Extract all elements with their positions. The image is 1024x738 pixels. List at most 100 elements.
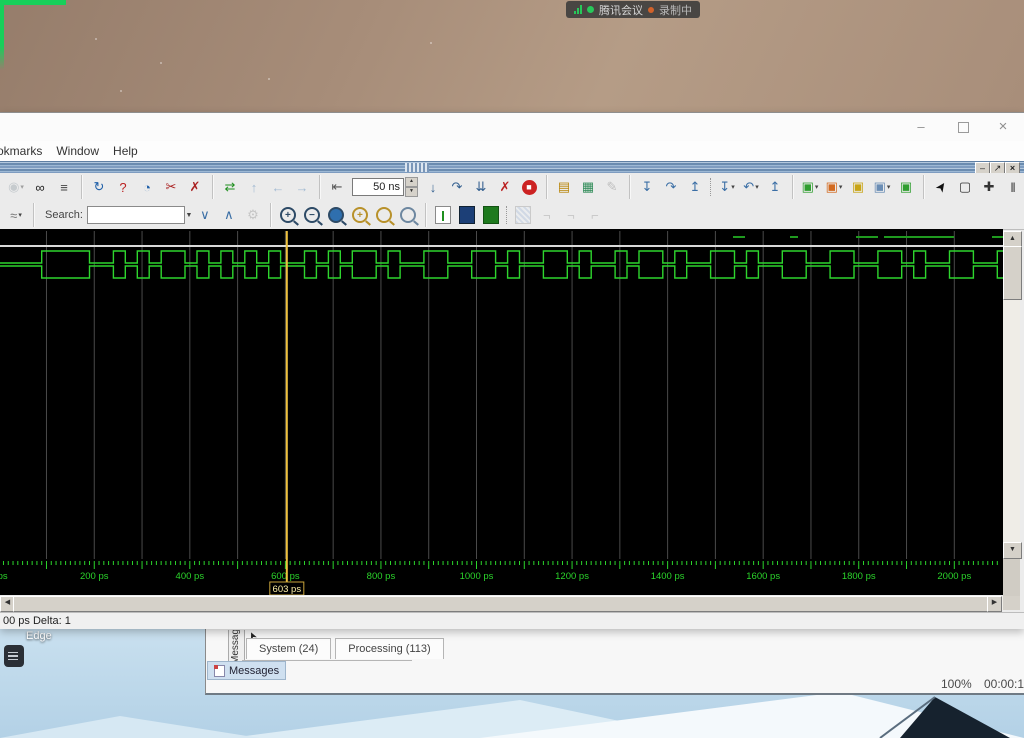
axis-label: 1000 ps — [460, 571, 494, 582]
find-previous-icon[interactable]: ↷ — [660, 176, 682, 198]
add-log-icon[interactable]: ▣ — [847, 176, 869, 198]
select-mode-icon[interactable]: ➤ — [930, 176, 952, 198]
dropdown-arrow-icon[interactable]: ▾ — [18, 211, 22, 219]
help-compile-icon[interactable]: ? — [112, 176, 134, 198]
run-length-spinner[interactable]: ▲▼ — [405, 177, 418, 197]
back-icon-glyph: ← — [272, 180, 285, 195]
scroll-down-icon[interactable]: ▼ — [1003, 542, 1022, 559]
goto-next-icon[interactable]: ↧▾ — [716, 176, 738, 198]
stop-icon[interactable]: ■ — [518, 176, 540, 198]
event-format-icon[interactable] — [480, 204, 502, 226]
run-all-icon[interactable]: ⇊ — [470, 176, 492, 198]
forward-icon[interactable]: → — [291, 176, 313, 198]
scroll-right-icon[interactable]: ▶ — [987, 596, 1002, 612]
profile-icon[interactable]: ▤ — [553, 176, 575, 198]
dropdown-arrow-icon[interactable]: ▾ — [839, 183, 843, 191]
cut-icon[interactable]: ✂ — [160, 176, 182, 198]
filter-icon[interactable]: ≈▾ — [5, 204, 27, 226]
back-icon[interactable]: ← — [267, 176, 289, 198]
waveform-canvas[interactable]: 0 ps200 ps400 ps600 ps800 ps1000 ps1200 … — [0, 229, 1003, 595]
edge-fall-icon[interactable]: ¬ — [560, 204, 582, 226]
hierarchy-icon[interactable]: ≡ — [53, 176, 75, 198]
clock-icon[interactable]: ◔ — [136, 176, 158, 198]
search-prev-icon[interactable]: ∧ — [218, 204, 240, 226]
online-dot-icon — [587, 6, 594, 13]
search-input[interactable] — [87, 206, 185, 224]
edge-rise-icon-glyph: ⌐ — [543, 208, 551, 223]
zoom-full-icon[interactable] — [325, 204, 347, 226]
logic-format-icon[interactable] — [456, 204, 478, 226]
goto-previous-icon[interactable]: ↥ — [764, 176, 786, 198]
up-icon[interactable]: ↑ — [243, 176, 265, 198]
search-dropdown-icon[interactable]: ▼ — [185, 205, 193, 225]
edge-any-icon[interactable]: ⌐ — [584, 204, 606, 226]
zoom-out-icon[interactable]: − — [301, 204, 323, 226]
reload-icon[interactable]: ↻ — [88, 176, 110, 198]
window-minimize-button[interactable]: – — [912, 118, 930, 136]
dropdown-arrow-icon[interactable]: ▾ — [731, 183, 735, 191]
horizontal-scroll-thumb[interactable] — [13, 596, 988, 612]
search-next-icon[interactable]: ∨ — [194, 204, 216, 226]
spin-down-icon[interactable]: ▼ — [405, 187, 418, 197]
wave-vertical-scrollbar[interactable]: ▲ ▼ — [1003, 231, 1020, 559]
pane-grip-handle[interactable] — [405, 163, 429, 172]
tab-system[interactable]: System (24) — [246, 638, 331, 659]
add-list-icon[interactable]: ▣▾ — [823, 176, 845, 198]
recent-icon[interactable]: ◉▾ — [5, 176, 27, 198]
run-length-field[interactable]: 50 ns▲▼ — [352, 177, 418, 197]
zoom-mode-icon[interactable]: ▢ — [954, 176, 976, 198]
menu-help[interactable]: Help — [106, 144, 145, 158]
menu-window[interactable]: Window — [49, 144, 106, 158]
toolbar-group: ⌐¬⌐ — [426, 203, 611, 227]
zoom-range-icon[interactable] — [373, 204, 395, 226]
window-close-button[interactable]: × — [994, 118, 1012, 136]
continue-run-icon[interactable]: ↷ — [446, 176, 468, 198]
window-titlebar[interactable]: – × — [0, 113, 1024, 141]
examine-icon[interactable]: ✎ — [601, 176, 623, 198]
find-falling-edge-icon[interactable]: ↧ — [636, 176, 658, 198]
tab-processing[interactable]: Processing (113) — [335, 638, 443, 659]
notes-icon[interactable] — [4, 645, 24, 667]
literal-format-icon[interactable] — [432, 204, 454, 226]
tab-messages[interactable]: Messages — [207, 661, 286, 680]
add-schematic-icon-glyph: ▣ — [900, 179, 912, 195]
note-icon — [214, 665, 225, 677]
cursor-pair-icon[interactable]: ‖ — [1002, 176, 1024, 198]
edge-rise-icon[interactable]: ⌐ — [536, 204, 558, 226]
add-schematic-icon[interactable]: ▣ — [895, 176, 917, 198]
dropdown-arrow-icon[interactable]: ▾ — [20, 183, 24, 191]
find-rising-edge-icon[interactable]: ↥ — [684, 176, 706, 198]
add-dataflow-icon[interactable]: ▣▾ — [871, 176, 893, 198]
wave-horizontal-scrollbar[interactable]: ◀ ▶ — [0, 596, 1003, 610]
dropdown-arrow-icon[interactable]: ▾ — [887, 183, 891, 191]
run-length-value[interactable]: 50 ns — [352, 178, 404, 196]
restore-run-icon[interactable]: ⇤ — [326, 176, 348, 198]
spin-up-icon[interactable]: ▲ — [405, 177, 418, 187]
zoom-full-icon-glyph — [328, 207, 344, 223]
dropdown-arrow-icon[interactable]: ▾ — [755, 183, 759, 191]
delete-icon[interactable]: ✗ — [184, 176, 206, 198]
vertical-scroll-thumb[interactable] — [1003, 246, 1022, 300]
pan-mode-icon[interactable]: ✚ — [978, 176, 1000, 198]
meeting-status-pill[interactable]: 腾讯会议 录制中 — [566, 1, 700, 18]
search-options-icon[interactable]: ⚙ — [242, 204, 264, 226]
analog-format-icon[interactable] — [512, 204, 534, 226]
break-icon[interactable]: ✗ — [494, 176, 516, 198]
forward-icon-glyph: → — [296, 180, 309, 195]
goto-time-icon[interactable]: ↶▾ — [740, 176, 762, 198]
edge-shortcut-label[interactable]: Edge — [26, 630, 52, 642]
scrollbar-filler — [1003, 559, 1020, 596]
zoom-cursor-icon[interactable]: + — [349, 204, 371, 226]
window-maximize-button[interactable] — [954, 118, 972, 136]
run-icon[interactable]: ↓ — [422, 176, 444, 198]
dropdown-arrow-icon[interactable]: ▾ — [815, 183, 819, 191]
memory-icon[interactable]: ▦ — [577, 176, 599, 198]
zoom-in-icon[interactable]: + — [277, 204, 299, 226]
zoom-mode2-icon[interactable] — [397, 204, 419, 226]
swap-icon[interactable]: ⇄ — [219, 176, 241, 198]
find-icon[interactable]: ∞ — [29, 176, 51, 198]
zoom-range-icon-glyph — [376, 207, 392, 223]
search-box: Search:▼ — [39, 205, 193, 225]
menu-bookmarks[interactable]: okmarks — [0, 144, 49, 158]
add-wave-icon[interactable]: ▣▾ — [799, 176, 821, 198]
